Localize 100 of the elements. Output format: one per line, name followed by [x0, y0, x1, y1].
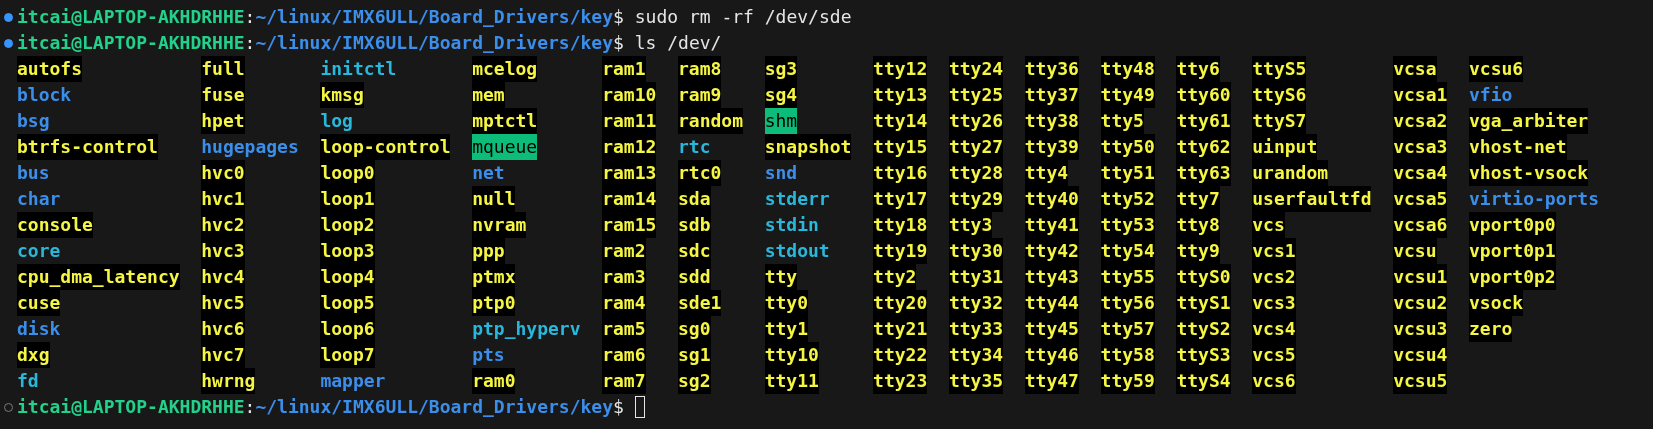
prompt-separator: : — [244, 31, 256, 55]
file-name: vcsu2 — [1393, 290, 1448, 316]
file-name: vsock — [1469, 290, 1524, 316]
file-name: vcsu — [1393, 238, 1437, 264]
prompt-user: itcai@LAPTOP-AKHDRHHE — [17, 395, 245, 419]
file-name: mem — [472, 82, 505, 108]
file-name: ram5 — [602, 316, 646, 342]
file-name: loop3 — [320, 238, 375, 264]
file-name: sdc — [678, 238, 711, 264]
file-name: tty33 — [948, 316, 1004, 342]
file-name: rtc0 — [678, 160, 722, 186]
file-name: tty37 — [1024, 82, 1079, 108]
file-name: tty24 — [948, 56, 1004, 82]
file-name: tty47 — [1024, 368, 1079, 394]
file-name: tty39 — [1024, 134, 1079, 160]
file-name: vhost-vsock — [1469, 160, 1589, 186]
file-name: tty30 — [948, 238, 1004, 264]
file-name: ttyS3 — [1176, 342, 1231, 368]
file-name: loop6 — [320, 316, 375, 342]
file-name: vcs5 — [1252, 342, 1296, 368]
file-name: tty10 — [764, 342, 819, 368]
file-name: bsg — [17, 109, 50, 133]
file-name: tty52 — [1100, 186, 1155, 212]
file-name: tty16 — [873, 160, 928, 186]
file-name: ram12 — [602, 134, 657, 160]
file-name: stderr — [764, 187, 830, 211]
file-name: fuse — [201, 82, 245, 108]
file-name: tty9 — [1176, 238, 1220, 264]
file-name: ram15 — [602, 212, 657, 238]
file-name: nvram — [472, 212, 527, 238]
file-name: tty54 — [1100, 238, 1155, 264]
file-name: ram14 — [602, 186, 657, 212]
file-name: sg3 — [764, 56, 798, 82]
file-name: loop1 — [320, 186, 375, 212]
file-name: mcelog — [472, 56, 538, 82]
file-name: tty38 — [1024, 108, 1079, 134]
file-name: ram2 — [602, 238, 646, 264]
file-name: vcsu6 — [1469, 56, 1524, 82]
file-name: tty44 — [1024, 290, 1079, 316]
file-name: hpet — [201, 108, 245, 134]
file-name: vcs — [1252, 212, 1285, 238]
file-name: tty35 — [948, 368, 1004, 394]
file-name: core — [17, 239, 61, 263]
file-name: autofs — [17, 56, 83, 82]
command-text: ls /dev/ — [633, 31, 722, 55]
file-name: sde1 — [678, 290, 722, 316]
file-name: vcsa2 — [1393, 108, 1448, 134]
prompt-separator: : — [244, 395, 256, 419]
file-name: tty3 — [948, 212, 993, 238]
file-name: ram1 — [602, 56, 646, 82]
file-name: vfio — [1469, 83, 1513, 107]
file-name: vcs4 — [1252, 316, 1296, 342]
file-name: vcsu3 — [1393, 316, 1448, 342]
file-name: vcsa3 — [1393, 134, 1448, 160]
file-name: sdb — [678, 212, 711, 238]
file-name: hvc0 — [201, 160, 245, 186]
file-name: tty51 — [1100, 160, 1155, 186]
file-name: tty14 — [873, 108, 928, 134]
file-name: tty7 — [1176, 186, 1220, 212]
file-name: cpu_dma_latency — [17, 264, 180, 290]
file-name: loop-control — [320, 134, 451, 160]
file-name: uinput — [1252, 134, 1318, 160]
file-name: tty48 — [1100, 56, 1155, 82]
file-name: tty15 — [873, 134, 928, 160]
file-name: ttyS7 — [1252, 108, 1307, 134]
file-name: tty21 — [873, 316, 928, 342]
file-name: sg4 — [764, 82, 798, 108]
file-name: tty40 — [1024, 186, 1079, 212]
file-name: cuse — [17, 290, 61, 316]
file-name: shm — [764, 108, 798, 134]
file-name: tty27 — [948, 134, 1004, 160]
file-name: ttyS1 — [1176, 290, 1231, 316]
file-name: snapshot — [764, 134, 852, 160]
file-name: hvc2 — [201, 212, 245, 238]
file-name: tty19 — [873, 238, 928, 264]
file-name: tty36 — [1024, 56, 1079, 82]
file-name: hvc7 — [201, 342, 245, 368]
file-name: rtc — [678, 135, 711, 159]
file-name: vhost-net — [1469, 134, 1567, 160]
file-name: tty46 — [1024, 342, 1079, 368]
file-name: loop4 — [320, 264, 375, 290]
file-name: tty43 — [1024, 264, 1079, 290]
file-name: tty18 — [873, 212, 928, 238]
file-name: tty23 — [873, 368, 928, 394]
file-name: tty6 — [1176, 56, 1220, 82]
file-name: ppp — [472, 238, 505, 264]
file-name: snd — [764, 161, 798, 185]
prompt-path: ~/linux/IMX6ULL/Board_Drivers/key — [255, 395, 614, 419]
file-name: ttyS0 — [1176, 264, 1231, 290]
file-name: tty20 — [873, 290, 928, 316]
file-name: tty31 — [948, 264, 1004, 290]
file-name: hvc4 — [201, 264, 245, 290]
file-name: log — [320, 109, 353, 133]
file-name: tty29 — [948, 186, 1004, 212]
file-name: tty61 — [1176, 108, 1231, 134]
file-name: null — [472, 186, 516, 212]
file-name: vcs1 — [1252, 238, 1296, 264]
file-name: mqueue — [472, 134, 538, 160]
file-name: vport0p1 — [1469, 238, 1556, 264]
prompt-user: itcai@LAPTOP-AKHDRHHE — [17, 5, 245, 29]
